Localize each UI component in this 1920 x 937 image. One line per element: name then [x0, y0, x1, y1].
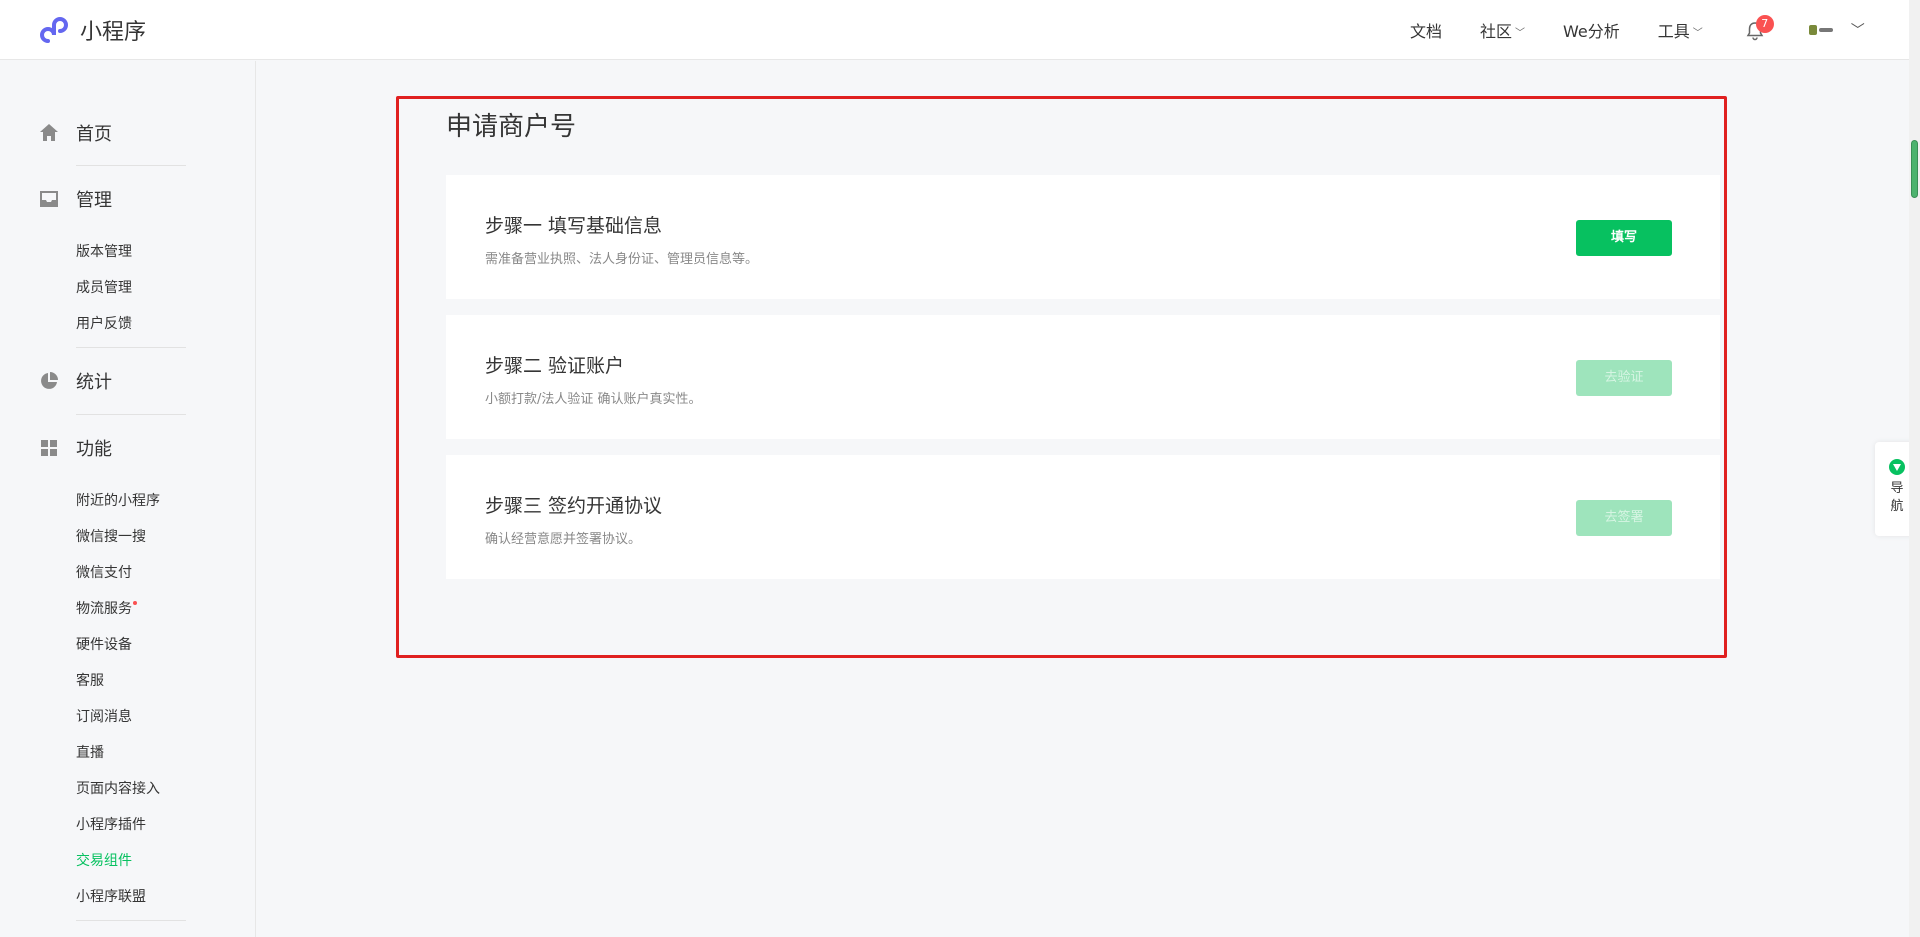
navigation-icon	[1889, 459, 1905, 475]
sidebar-item-home-label: 首页	[76, 124, 112, 145]
sidebar-item-members[interactable]: 成员管理	[76, 277, 132, 297]
sidebar-item-subscribe[interactable]: 订阅消息	[76, 706, 132, 726]
logo[interactable]: 小程序	[38, 13, 146, 47]
nav-docs-label: 文档	[1410, 22, 1443, 41]
pie-chart-icon	[41, 372, 58, 389]
sidebar-item-content[interactable]: 页面内容接入	[76, 778, 160, 798]
floating-nav-label: 导 航	[1889, 480, 1905, 516]
top-header: 小程序 文档 社区 ﹀ We分析 工具 ﹀ 7 ﹀	[0, 0, 1920, 60]
notification-badge: 7	[1755, 15, 1774, 33]
sidebar-item-union[interactable]: 小程序联盟	[76, 886, 146, 906]
sidebar: 首页 管理 版本管理 成员管理 用户反馈 统计 功能 附近的小程序 微信搜一搜 …	[0, 61, 256, 937]
account-menu[interactable]: ﹀	[1808, 20, 1865, 40]
sidebar-item-home[interactable]: 首页	[38, 120, 112, 146]
divider	[76, 920, 186, 921]
app-name: 小程序	[80, 20, 147, 45]
divider	[76, 414, 186, 415]
sidebar-item-plugins[interactable]: 小程序插件	[76, 814, 146, 834]
scrollbar-thumb[interactable]	[1911, 140, 1918, 198]
sidebar-item-search[interactable]: 微信搜一搜	[76, 526, 146, 546]
home-icon	[40, 124, 58, 141]
nav-community-label: 社区	[1480, 22, 1513, 41]
nav-we-analysis-label: We分析	[1563, 22, 1620, 41]
sidebar-item-features[interactable]: 功能	[38, 435, 112, 461]
avatar	[1808, 23, 1837, 37]
nav-tools-label: 工具	[1657, 22, 1690, 41]
grid-icon	[41, 440, 57, 456]
divider	[76, 347, 186, 348]
nav-tools[interactable]: 工具 ﹀	[1658, 18, 1703, 42]
sidebar-item-live[interactable]: 直播	[76, 742, 104, 762]
nav-docs[interactable]: 文档	[1410, 18, 1442, 42]
nav-we-analysis[interactable]: We分析	[1563, 18, 1620, 42]
divider	[76, 165, 186, 166]
sidebar-item-manage-label: 管理	[76, 190, 112, 211]
sidebar-item-logistics[interactable]: 物流服务	[76, 598, 137, 618]
chevron-down-icon: ﹀	[1515, 27, 1526, 39]
sidebar-item-hardware[interactable]: 硬件设备	[76, 634, 132, 654]
sidebar-item-version[interactable]: 版本管理	[76, 241, 132, 261]
floating-nav-char-1: 导	[1890, 481, 1904, 496]
sidebar-item-manage[interactable]: 管理	[38, 186, 112, 212]
sidebar-item-features-label: 功能	[76, 439, 112, 460]
nav-community[interactable]: 社区 ﹀	[1480, 18, 1525, 42]
top-nav: 文档 社区 ﹀ We分析 工具 ﹀ 7 ﹀	[1410, 0, 1865, 60]
sidebar-item-trade[interactable]: 交易组件	[76, 850, 132, 870]
notification-button[interactable]: 7	[1741, 15, 1774, 45]
chevron-down-icon: ﹀	[1692, 27, 1703, 39]
new-dot	[133, 601, 137, 605]
highlight-box	[396, 96, 1727, 658]
sidebar-item-feedback[interactable]: 用户反馈	[76, 313, 132, 333]
sidebar-item-stats[interactable]: 统计	[38, 368, 112, 394]
sidebar-item-stats-label: 统计	[76, 372, 112, 393]
chevron-down-icon: ﹀	[1850, 23, 1865, 39]
sidebar-item-service[interactable]: 客服	[76, 670, 104, 690]
floating-nav-char-2: 航	[1890, 499, 1904, 514]
sidebar-item-nearby[interactable]: 附近的小程序	[76, 490, 160, 510]
inbox-icon	[40, 191, 58, 207]
sidebar-item-pay[interactable]: 微信支付	[76, 562, 132, 582]
sidebar-item-logistics-label: 物流服务	[76, 601, 132, 617]
miniprogram-logo-icon	[40, 17, 68, 43]
